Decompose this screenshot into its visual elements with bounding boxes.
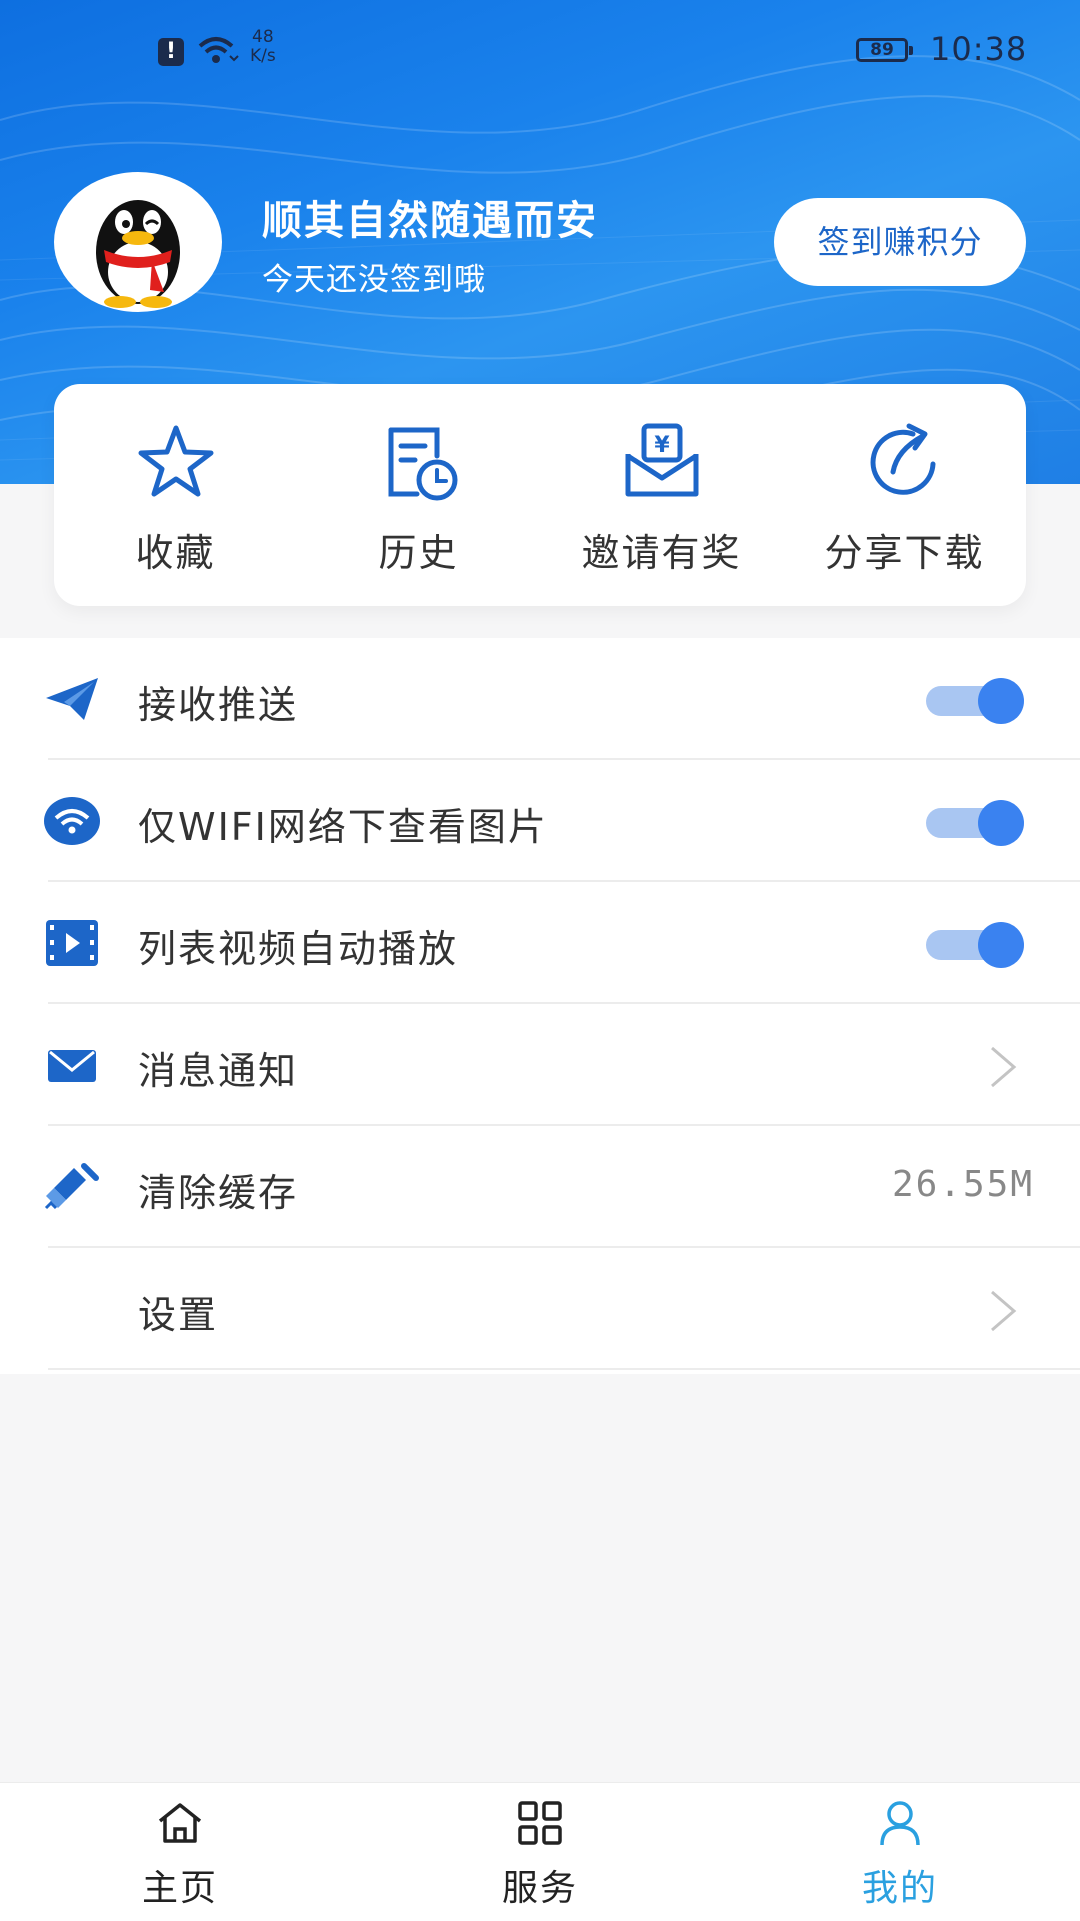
quick-actions-card: 收藏 历史 ¥ 邀请有奖 分享下载 [54,384,1026,606]
wifi-icon [198,37,239,63]
grid-icon [518,1801,562,1845]
bottom-nav: 主页 服务 我的 [0,1782,1080,1921]
mail-icon [48,1050,96,1082]
quick-action-label: 邀请有奖 [581,531,742,575]
setting-label: 消息通知 [138,1049,299,1093]
nav-label: 我的 [861,1868,938,1909]
avatar[interactable] [54,172,222,312]
setting-message-notifications[interactable]: 消息通知 [0,1004,1080,1126]
setting-label: 设置 [138,1293,219,1337]
autoplay-toggle[interactable] [926,922,1030,968]
quick-action-label: 历史 [378,531,459,575]
checkin-button[interactable]: 签到赚积分 [774,198,1026,286]
chevron-right-icon [991,1290,1017,1332]
setting-clear-cache[interactable]: 清除缓存 26.55M [0,1126,1080,1248]
chevron-right-icon [991,1046,1017,1088]
settings-list: 接收推送 仅WIFI网络下查看图片 列表视频自动播放 消息通知 清除缓存 26.… [0,638,1080,1374]
nav-label: 主页 [141,1868,218,1909]
svg-text:¥: ¥ [654,433,670,458]
video-icon [46,920,98,966]
penguin-avatar [96,200,180,308]
wifi-only-toggle[interactable] [926,800,1030,846]
quick-action-favorites[interactable]: 收藏 [54,384,297,606]
nav-home[interactable]: 主页 [80,1783,280,1921]
battery-icon: 89 [856,38,913,62]
nav-mine[interactable]: 我的 [800,1783,1000,1921]
network-speed: 48 K/s [250,28,276,66]
setting-label: 仅WIFI网络下查看图片 [138,805,548,849]
setting-label: 列表视频自动播放 [138,927,459,971]
cache-size: 26.55M [891,1164,1034,1205]
paper-plane-icon [46,678,98,720]
push-toggle[interactable] [926,678,1030,724]
setting-push-notifications[interactable]: 接收推送 [0,638,1080,760]
quick-action-label: 分享下载 [824,531,985,575]
username: 顺其自然随遇而安 [262,198,598,244]
alert-icon: ! [158,38,184,66]
quick-action-invite[interactable]: ¥ 邀请有奖 [540,384,783,606]
quick-action-share[interactable]: 分享下载 [783,384,1026,606]
star-icon [138,425,214,497]
history-icon [388,427,458,501]
checkin-status: 今天还没签到哦 [262,262,486,298]
clock: 10:38 [930,30,1028,68]
quick-action-history[interactable]: 历史 [297,384,540,606]
setting-autoplay-video[interactable]: 列表视频自动播放 [0,882,1080,1004]
quick-action-label: 收藏 [135,531,216,575]
wifi-icon [44,797,100,845]
speed-unit: K/s [250,46,276,66]
status-bar: ! 48 K/s 89 10:38 [0,0,1080,100]
nav-label: 服务 [501,1868,578,1909]
user-icon [880,1801,920,1846]
setting-wifi-only-images[interactable]: 仅WIFI网络下查看图片 [0,760,1080,882]
home-icon [158,1803,202,1843]
setting-label: 清除缓存 [138,1171,299,1215]
broom-icon [44,1163,99,1210]
divider [48,1368,1080,1370]
speed-value: 48 [252,27,274,47]
share-icon [870,423,936,495]
setting-label: 接收推送 [138,683,299,727]
setting-settings[interactable]: 设置 [0,1248,1080,1370]
invite-reward-icon: ¥ [625,423,699,497]
nav-services[interactable]: 服务 [440,1783,640,1921]
